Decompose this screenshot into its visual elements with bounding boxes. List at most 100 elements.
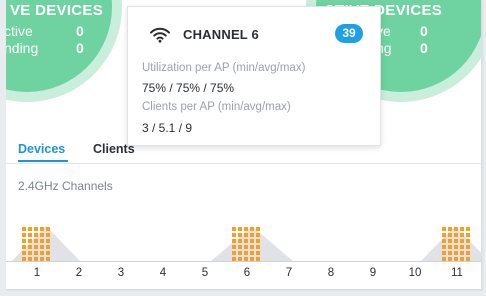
- bar-cell: [238, 251, 242, 255]
- bar-cell: [34, 233, 38, 237]
- active-tab-indicator: [18, 160, 68, 162]
- tooltip-title: CHANNEL 6: [183, 27, 259, 42]
- bar-cell: [442, 245, 446, 249]
- clients-value: 3 / 5.1 / 9: [142, 121, 193, 135]
- bar-cell: [28, 227, 32, 231]
- devices-left-row-value: 0: [76, 40, 84, 56]
- channel-tick-label: 9: [369, 267, 377, 279]
- bar-cell: [454, 239, 458, 243]
- channel-tick-label: 4: [159, 267, 167, 279]
- bar-cell: [244, 239, 248, 243]
- bar-cell: [454, 245, 458, 249]
- bar-cell: [46, 251, 50, 255]
- channel-11-bar[interactable]: [442, 204, 472, 261]
- bar-cell: [466, 227, 470, 231]
- bar-cell: [238, 227, 242, 231]
- channel-tick-label: 10: [408, 267, 422, 279]
- bar-cell: [250, 233, 254, 237]
- bar-cell: [22, 239, 26, 243]
- bar-cell: [28, 251, 32, 255]
- bar-cell: [460, 233, 464, 237]
- bar-cell: [448, 245, 452, 249]
- channel-tick-label: 6: [243, 267, 251, 279]
- section-label: 2.4GHz Channels: [18, 179, 113, 193]
- bar-cell: [256, 239, 260, 243]
- bar-cell: [34, 239, 38, 243]
- utilization-value: 75% / 75% / 75%: [142, 81, 235, 95]
- bar-cell: [460, 227, 464, 231]
- tab-divider: [6, 163, 481, 164]
- bar-cell: [250, 251, 254, 255]
- channel-1-bar[interactable]: [22, 204, 52, 261]
- bar-cell: [46, 245, 50, 249]
- bar-cell: [28, 245, 32, 249]
- bar-cell: [466, 233, 470, 237]
- bar-cell: [454, 227, 458, 231]
- client-count-badge: 39: [335, 24, 363, 43]
- channel-tick-label: 3: [117, 267, 125, 279]
- bar-cell: [250, 245, 254, 249]
- wifi-icon: [150, 27, 170, 48]
- bar-cell: [232, 233, 236, 237]
- channel-tick-label: 2: [75, 267, 83, 279]
- bar-cell: [448, 251, 452, 255]
- bar-cell: [466, 245, 470, 249]
- bar-cell: [22, 245, 26, 249]
- bar-cell: [238, 245, 242, 249]
- bar-cell: [232, 245, 236, 249]
- bar-cell: [46, 239, 50, 243]
- bar-cell: [250, 239, 254, 243]
- bar-cell: [46, 227, 50, 231]
- bar-cell: [460, 239, 464, 243]
- channel-tick-label: 8: [327, 267, 335, 279]
- bar-cell: [28, 233, 32, 237]
- devices-left-row-value: 0: [76, 23, 84, 39]
- bar-cell: [466, 251, 470, 255]
- bar-cell: [250, 227, 254, 231]
- bar-cell: [232, 239, 236, 243]
- bar-cell: [34, 227, 38, 231]
- channel-tick-label: 11: [451, 267, 463, 279]
- bar-cell: [244, 251, 248, 255]
- bar-cell: [40, 233, 44, 237]
- bar-cell: [448, 227, 452, 231]
- utilization-label: Utilization per AP (min/avg/max): [142, 62, 306, 74]
- channel-tick-label: 7: [285, 267, 293, 279]
- channel-tick-label: 5: [201, 267, 209, 279]
- bar-cell: [22, 251, 26, 255]
- bar-cell: [454, 233, 458, 237]
- bar-cell: [244, 233, 248, 237]
- devices-right-row-value: 0: [420, 40, 428, 56]
- bar-cell: [244, 245, 248, 249]
- bar-cell: [40, 239, 44, 243]
- bar-cell: [232, 227, 236, 231]
- bar-cell: [442, 227, 446, 231]
- channel-tick-label: 1: [33, 267, 41, 279]
- bar-cell: [256, 245, 260, 249]
- bar-cell: [466, 239, 470, 243]
- bar-cell: [22, 227, 26, 231]
- bar-cell: [34, 251, 38, 255]
- bar-cell: [40, 251, 44, 255]
- clients-label: Clients per AP (min/avg/max): [142, 101, 291, 113]
- bar-cell: [256, 251, 260, 255]
- bar-cell: [34, 245, 38, 249]
- bar-cell: [460, 245, 464, 249]
- bar-cell: [232, 251, 236, 255]
- bar-cell: [460, 251, 464, 255]
- devices-left-title: VE DEVICES: [10, 2, 104, 19]
- bar-cell: [40, 227, 44, 231]
- bar-cell: [22, 233, 26, 237]
- devices-left-row-label: ctive: [6, 23, 33, 39]
- bar-cell: [256, 233, 260, 237]
- bar-cell: [442, 251, 446, 255]
- bar-cell: [238, 239, 242, 243]
- channel-axis: [6, 261, 481, 262]
- bar-cell: [442, 233, 446, 237]
- channel-6-bar[interactable]: [232, 204, 262, 261]
- bar-cell: [454, 251, 458, 255]
- devices-right-row-value: 0: [420, 23, 428, 39]
- bar-cell: [238, 233, 242, 237]
- bar-cell: [46, 233, 50, 237]
- tab-devices[interactable]: Devices: [18, 142, 65, 156]
